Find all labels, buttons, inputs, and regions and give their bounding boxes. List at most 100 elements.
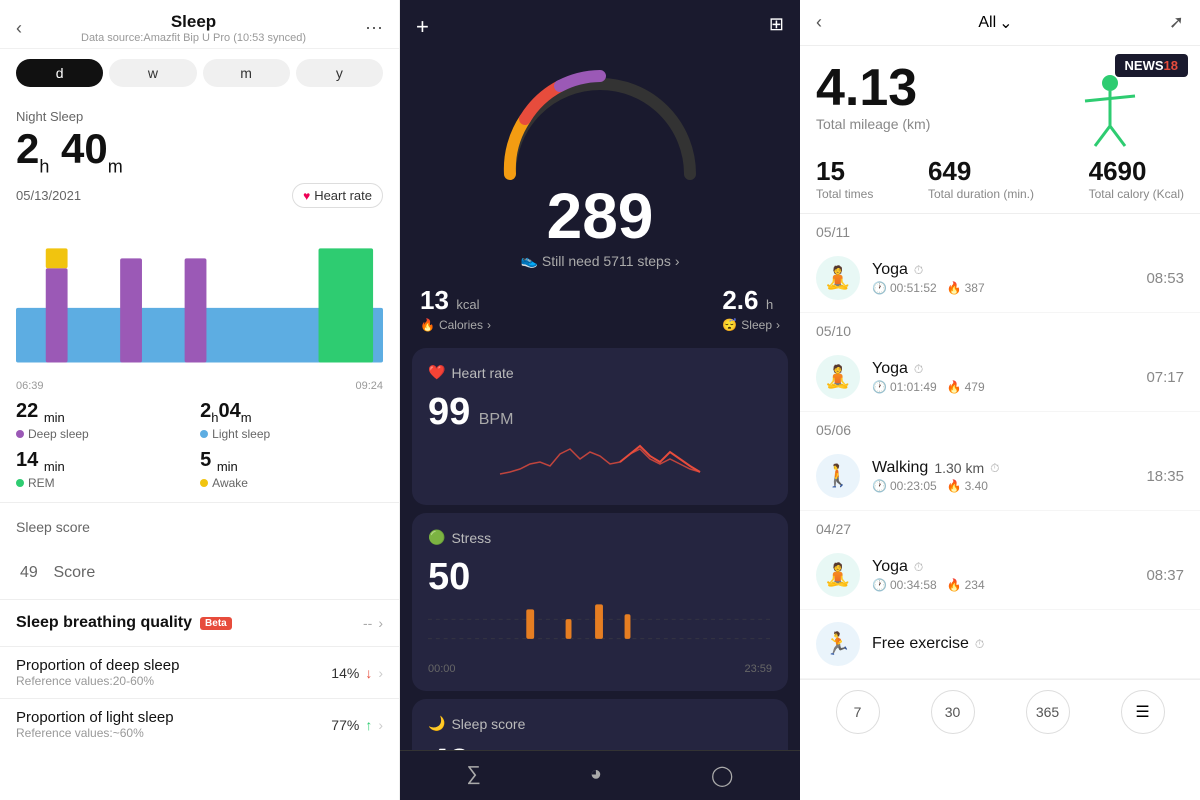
heart-icon: ♥ (303, 189, 310, 203)
total-calory-val: 4690 (1089, 156, 1184, 187)
rem-val: 14 min (16, 449, 192, 474)
sleep-metric: 2.6 h 😴 Sleep › (722, 285, 780, 332)
sleep-val: 2.6 h (722, 285, 780, 316)
mid-header: + ⊞ (400, 0, 800, 54)
tab-m[interactable]: m (203, 59, 290, 87)
activity-yoga-0511[interactable]: 🧘 Yoga ⏱ 🕐 00:51:52 🔥 387 08:53 (800, 244, 1200, 313)
sleep-hours: 2 (16, 125, 39, 172)
sleep-date: 05/13/2021 (16, 188, 81, 203)
right-back-button[interactable]: ‹ (816, 12, 822, 33)
activity-yoga-0510[interactable]: 🧘 Yoga ⏱ 🕐 01:01:49 🔥 479 07:17 (800, 343, 1200, 412)
sleep-time-display: 2h 40m (16, 128, 383, 175)
sleep-score-card-title: 🌙 Sleep score (428, 715, 772, 732)
more-button[interactable]: ⋯ (365, 18, 383, 39)
activity-info: Yoga ⏱ 🕐 00:34:58 🔥 234 (872, 558, 985, 592)
header-center: Sleep Data source:Amazfit Bip U Pro (10:… (22, 12, 365, 44)
prop-right-light: 77% ↑ › (331, 717, 383, 733)
heart-icon: ❤️ (428, 364, 445, 381)
right-header: ‹ All ⌄ ➚ (800, 0, 1200, 46)
activity-name: Free exercise (872, 635, 969, 653)
stats-row: 15 Total times 649 Total duration (min.)… (800, 148, 1200, 214)
yoga-icon-circle: 🧘 (816, 355, 860, 399)
menu-icon: ☰ (1135, 702, 1149, 722)
stress-times: 00:00 23:59 (428, 663, 772, 675)
tab-d[interactable]: d (16, 59, 103, 87)
profile-icon[interactable]: ◯ (711, 763, 733, 788)
calory-item: 🔥 387 (947, 281, 985, 295)
activity-walking-0506[interactable]: 🚶 Walking 1.30 km ⏱ 🕐 00:23:05 🔥 3.40 18 (800, 442, 1200, 511)
chevron-right-icon: › (776, 318, 780, 332)
add-button[interactable]: + (416, 14, 429, 40)
panel-title: Sleep (22, 12, 365, 32)
all-dropdown[interactable]: All ⌄ (978, 13, 1012, 33)
light-sleep-label: Light sleep (200, 427, 376, 441)
duration-item: 🕐 00:34:58 (872, 578, 937, 592)
activity-time: 18:35 (1146, 468, 1184, 485)
activity-sub: 🕐 00:34:58 🔥 234 (872, 578, 985, 592)
nav-30-button[interactable]: 30 (931, 690, 975, 734)
calories-metric: 13 kcal 🔥 Calories › (420, 285, 491, 332)
activity-info: Walking 1.30 km ⏱ 🕐 00:23:05 🔥 3.40 (872, 459, 1000, 493)
sleep-quality-value: -- (363, 615, 372, 631)
activity-yoga-0427[interactable]: 🧘 Yoga ⏱ 🕐 00:34:58 🔥 234 08:37 (800, 541, 1200, 610)
yoga-icon-circle: 🧘 (816, 553, 860, 597)
calories-val: 13 kcal (420, 285, 491, 316)
flame-icon-small: 🔥 (947, 281, 962, 295)
nav-menu-button[interactable]: ☰ (1121, 690, 1165, 734)
activity-icon[interactable]: ◕ (590, 763, 602, 788)
nav-7-button[interactable]: 7 (836, 690, 880, 734)
stress-chart (428, 599, 772, 659)
figure-svg (1070, 71, 1150, 151)
activity-info: Yoga ⏱ 🕐 01:01:49 🔥 479 (872, 360, 985, 394)
activity-name-row: Yoga ⏱ (872, 558, 985, 576)
chart-times: 06:39 09:24 (0, 380, 399, 392)
right-bottom-nav: 7 30 365 ☰ (800, 679, 1200, 744)
activity-name: Yoga (872, 261, 908, 279)
clock-icon-small: 🕐 (872, 380, 887, 394)
deep-sleep-label: Deep sleep (16, 427, 192, 441)
activity-sub: 🕐 00:51:52 🔥 387 (872, 281, 985, 295)
sigma-icon[interactable]: ∑ (467, 763, 481, 788)
tab-y[interactable]: y (296, 59, 383, 87)
sleep-quality-row[interactable]: Sleep breathing quality Beta -- › (0, 599, 399, 646)
steps-metrics: 13 kcal 🔥 Calories › 2.6 h 😴 Sleep › (400, 269, 800, 340)
prop-row-deep[interactable]: Proportion of deep sleep Reference value… (0, 646, 399, 698)
figure-graphic (1070, 71, 1150, 156)
calory-item: 🔥 234 (947, 578, 985, 592)
deep-sleep-stat: 22 min Deep sleep (16, 400, 192, 441)
sleep-mins: 40 (61, 125, 108, 172)
clock-icon-small: 🕐 (872, 281, 887, 295)
heart-rate-button[interactable]: ♥ Heart rate (292, 183, 383, 208)
tab-w[interactable]: w (109, 59, 196, 87)
total-calory-col: 4690 Total calory (Kcal) (1089, 156, 1184, 201)
date-section-0511: 05/11 (800, 214, 1200, 244)
light-prop-title: Proportion of light sleep (16, 709, 174, 726)
clock-icon: ⏱ (914, 263, 923, 278)
activity-free-exercise[interactable]: 🏃 Free exercise ⏱ (800, 610, 1200, 679)
date-section-0506: 05/06 (800, 412, 1200, 442)
activity-left: 🧘 Yoga ⏱ 🕐 01:01:49 🔥 479 (816, 355, 985, 399)
distance-text: 1.30 km (934, 460, 984, 476)
sleep-panel: ‹ Sleep Data source:Amazfit Bip U Pro (1… (0, 0, 400, 800)
score-label: Sleep score (16, 519, 383, 535)
flame-icon-small: 🔥 (947, 578, 962, 592)
nav-365-button[interactable]: 365 (1026, 690, 1070, 734)
activity-name: Yoga (872, 558, 908, 576)
activity-name-row: Free exercise ⏱ (872, 635, 984, 653)
prop-row-light[interactable]: Proportion of light sleep Reference valu… (0, 698, 399, 750)
activity-time: 08:53 (1146, 270, 1184, 287)
deep-prop-sub: Reference values:20-60% (16, 674, 179, 688)
arrow-up-icon: ↑ (365, 717, 372, 733)
stress-val: 50 (428, 556, 772, 599)
total-times-label: Total times (816, 187, 873, 201)
steps-panel: + ⊞ 289 👟 Still need 5711 steps › 13 kca… (400, 0, 800, 800)
activity-left: 🚶 Walking 1.30 km ⏱ 🕐 00:23:05 🔥 3.40 (816, 454, 1000, 498)
share-button[interactable]: ➚ (1169, 12, 1184, 33)
total-duration-val: 649 (928, 156, 1034, 187)
activity-info: Free exercise ⏱ (872, 635, 984, 653)
night-sleep-label: Night Sleep (16, 109, 383, 124)
grid-button[interactable]: ⊞ (769, 14, 784, 40)
activity-name: Walking (872, 459, 928, 477)
activity-panel: ‹ All ⌄ ➚ NEWS18 4.13 Total mileage (km) (800, 0, 1200, 800)
steps-sub: 👟 Still need 5711 steps › (520, 252, 679, 269)
